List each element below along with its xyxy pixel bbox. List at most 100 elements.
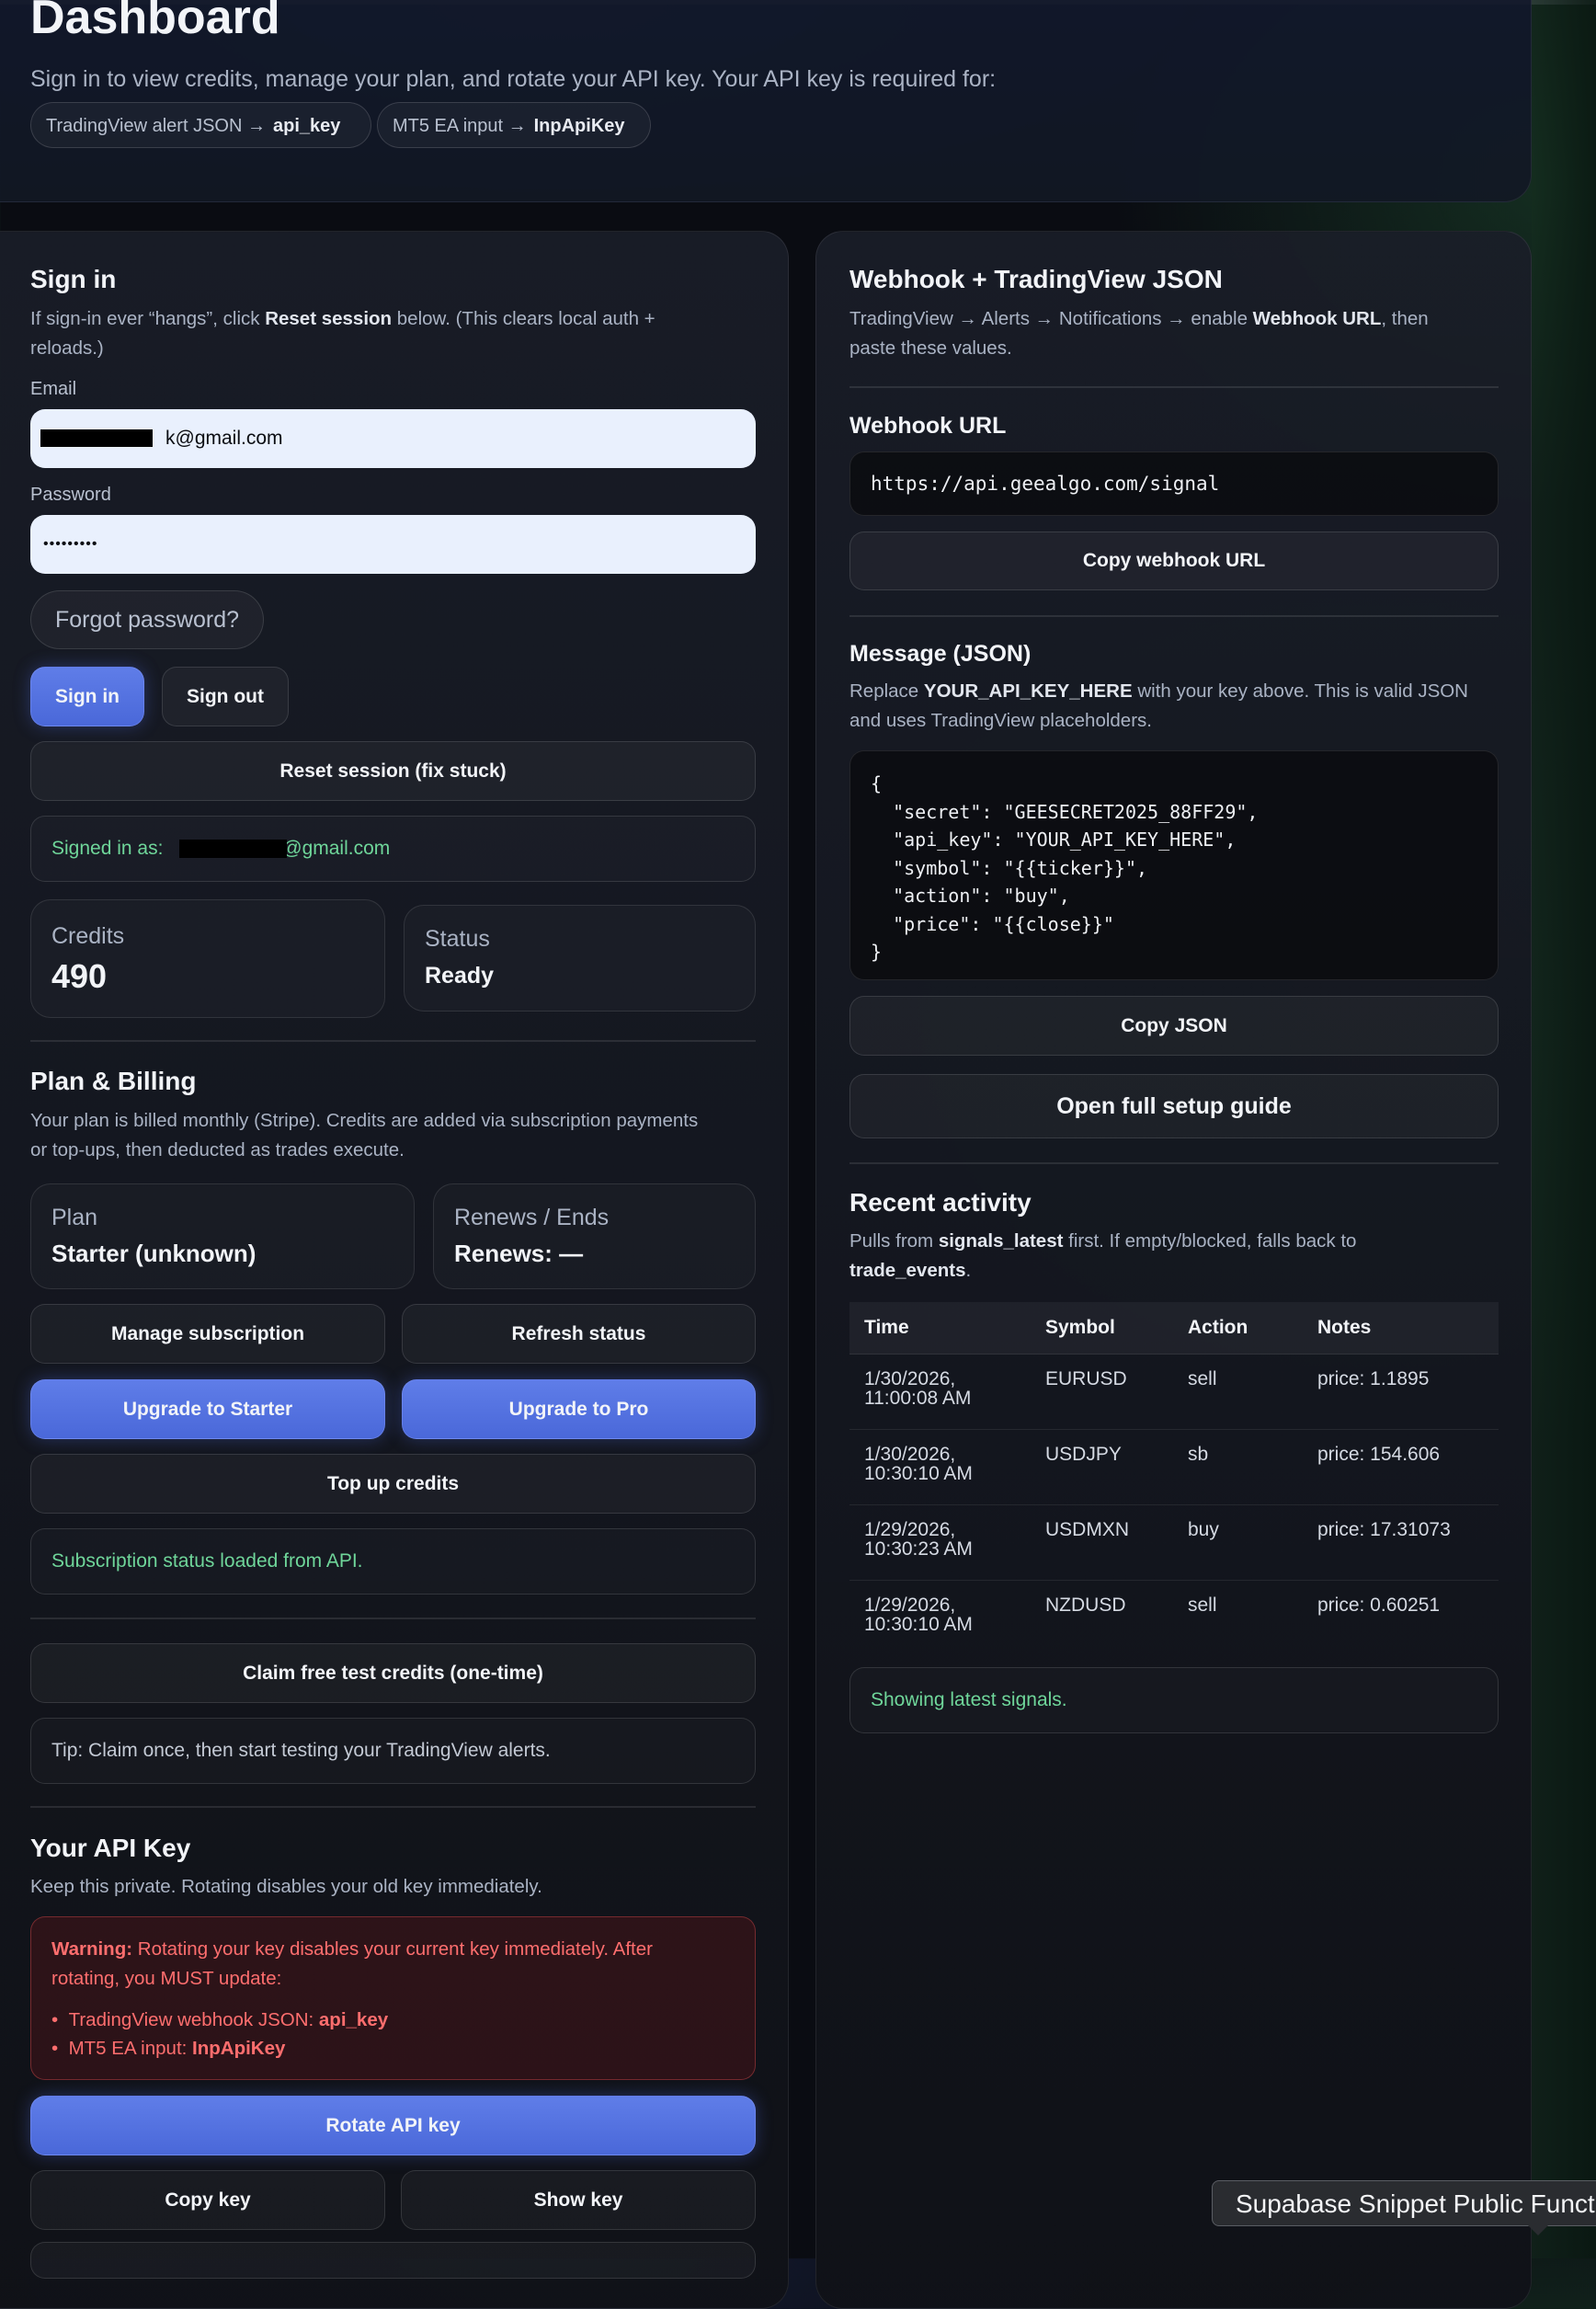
pill-prefix: MT5 EA input → bbox=[393, 116, 527, 136]
time-date: 1/30/2026, bbox=[864, 1444, 956, 1465]
credits-value: 490 bbox=[51, 957, 108, 995]
rotate-api-key-button[interactable]: Rotate API key bbox=[30, 2096, 756, 2155]
signin-button[interactable]: Sign in bbox=[30, 667, 144, 726]
warning-line: Rotating your key disables your current … bbox=[132, 1938, 653, 1960]
credits-label: Credits bbox=[51, 923, 125, 949]
json-code: { "secret": "GEESECRET2025_88FF29", "api… bbox=[871, 770, 1258, 966]
webhook-url-field[interactable]: https://api.geealgo.com/signal bbox=[849, 452, 1499, 516]
cell-symbol: EURUSD bbox=[1031, 1354, 1173, 1430]
right-background-strip bbox=[1532, 0, 1596, 2258]
warning-bullet: • TradingView webhook JSON: api_key bbox=[51, 2009, 389, 2030]
password-field[interactable]: ••••••••• bbox=[30, 515, 756, 574]
json-line: "action": "buy", bbox=[871, 885, 1070, 907]
upgrade-pro-button[interactable]: Upgrade to Pro bbox=[402, 1379, 756, 1439]
hint-bold: Reset session bbox=[265, 308, 393, 329]
api-key-description: Keep this private. Rotating disables you… bbox=[30, 1876, 542, 1897]
json-line: "symbol": "{{ticker}}", bbox=[871, 856, 1148, 879]
pill-key: InpApiKey bbox=[533, 116, 625, 136]
claim-free-credits-button[interactable]: Claim free test credits (one-time) bbox=[30, 1643, 756, 1703]
renews-value: Renews: — bbox=[454, 1240, 584, 1267]
plan-label: Plan bbox=[51, 1205, 98, 1230]
page-subtitle: Sign in to view credits, manage your pla… bbox=[30, 66, 997, 92]
message-json-description: Replace YOUR_API_KEY_HERE with your key … bbox=[849, 677, 1511, 736]
refresh-status-button[interactable]: Refresh status bbox=[402, 1304, 756, 1364]
cell-notes: price: 154.606 bbox=[1303, 1429, 1499, 1505]
show-key-button[interactable]: Show key bbox=[401, 2170, 756, 2230]
signed-in-prefix: Signed in as: bbox=[51, 838, 169, 859]
message-desc-text: Replace bbox=[849, 680, 924, 702]
next-button-partial[interactable] bbox=[30, 2242, 756, 2279]
column-header-action: Action bbox=[1173, 1302, 1303, 1355]
webhook-description: TradingView → Alerts → Notifications → e… bbox=[849, 304, 1511, 363]
tooltip-pointer bbox=[1528, 2225, 1548, 2235]
divider bbox=[849, 386, 1499, 388]
browser-tooltip: Supabase Snippet Public Functions bbox=[1212, 2180, 1596, 2226]
bullet-text: MT5 EA input: bbox=[68, 2038, 193, 2059]
signin-hint: If sign-in ever “hangs”, click Reset ses… bbox=[30, 304, 766, 363]
redaction-bar bbox=[40, 429, 153, 447]
reset-session-button[interactable]: Reset session (fix stuck) bbox=[30, 741, 756, 801]
email-value: k@gmail.com bbox=[165, 428, 283, 449]
forgot-password-button[interactable]: Forgot password? bbox=[30, 590, 264, 649]
copy-json-button[interactable]: Copy JSON bbox=[849, 996, 1499, 1056]
redaction-bar bbox=[179, 840, 287, 858]
api-key-heading: Your API Key bbox=[30, 1834, 191, 1862]
cell-notes: price: 17.31073 bbox=[1303, 1504, 1499, 1581]
page-title: Dashboard bbox=[30, 0, 280, 44]
pill-prefix: TradingView alert JSON → bbox=[46, 116, 266, 136]
warning-text: Warning: Rotating your key disables your… bbox=[51, 1935, 750, 1994]
divider bbox=[849, 615, 1499, 617]
webhook-heading: Webhook + TradingView JSON bbox=[849, 265, 1223, 293]
time-clock: 10:30:10 AM bbox=[864, 1614, 973, 1635]
cell-action: sell bbox=[1173, 1354, 1303, 1430]
upgrade-starter-button[interactable]: Upgrade to Starter bbox=[30, 1379, 385, 1439]
signout-button[interactable]: Sign out bbox=[162, 667, 289, 726]
activity-desc-bold: trade_events bbox=[849, 1260, 966, 1281]
bullet-key: InpApiKey bbox=[192, 2038, 286, 2059]
recent-activity-description: Pulls from signals_latest first. If empt… bbox=[849, 1227, 1511, 1286]
copy-webhook-url-button[interactable]: Copy webhook URL bbox=[849, 532, 1499, 590]
divider bbox=[30, 1617, 756, 1619]
divider bbox=[30, 1806, 756, 1808]
message-desc-bold: YOUR_API_KEY_HERE bbox=[923, 680, 1133, 702]
divider bbox=[849, 1162, 1499, 1164]
hint-text: below. (This clears local auth + bbox=[392, 308, 656, 329]
activity-desc-text: first. If empty/blocked, falls back to bbox=[1063, 1230, 1357, 1252]
plan-value: Starter (unknown) bbox=[51, 1240, 256, 1267]
activity-table: Time Symbol Action Notes 1/30/2026, 11:00… bbox=[849, 1302, 1499, 1655]
billing-desc-text: or top-ups, then deducted as trades exec… bbox=[30, 1139, 405, 1160]
json-line: "api_key": "YOUR_API_KEY_HERE", bbox=[871, 829, 1237, 851]
signed-in-status: Signed in as: @gmail.com bbox=[30, 816, 756, 882]
pill-key: api_key bbox=[272, 116, 341, 136]
column-header-symbol: Symbol bbox=[1031, 1302, 1173, 1355]
time-clock: 10:30:23 AM bbox=[864, 1538, 973, 1560]
top-up-credits-button[interactable]: Top up credits bbox=[30, 1454, 756, 1514]
pill-tradingview-key: TradingView alert JSON → api_key bbox=[30, 102, 371, 148]
subscription-status-message: Subscription status loaded from API. bbox=[30, 1528, 756, 1595]
bullet-key: api_key bbox=[318, 2009, 389, 2030]
credits-stat: Credits 490 bbox=[30, 899, 385, 1018]
json-line: "price": "{{close}}" bbox=[871, 912, 1114, 935]
warning-bullet: • MT5 EA input: InpApiKey bbox=[51, 2038, 286, 2059]
message-desc-text: and uses TradingView placeholders. bbox=[849, 710, 1152, 731]
table-row: 1/29/2026, 10:30:23 AM USDMXN buy price: … bbox=[849, 1504, 1499, 1581]
manage-subscription-button[interactable]: Manage subscription bbox=[30, 1304, 385, 1364]
webhook-url-heading: Webhook URL bbox=[849, 413, 1007, 439]
webhook-desc-text: paste these values. bbox=[849, 337, 1012, 359]
time-date: 1/29/2026, bbox=[864, 1519, 956, 1540]
message-json-heading: Message (JSON) bbox=[849, 641, 1032, 667]
pill-mt5-key: MT5 EA input → InpApiKey bbox=[377, 102, 651, 148]
activity-desc-text: . bbox=[965, 1260, 972, 1281]
signed-in-email: @gmail.com bbox=[282, 838, 391, 859]
json-code-block[interactable]: { "secret": "GEESECRET2025_88FF29", "api… bbox=[849, 750, 1499, 980]
recent-activity-heading: Recent activity bbox=[849, 1188, 1032, 1217]
open-setup-guide-button[interactable]: Open full setup guide bbox=[849, 1074, 1499, 1138]
email-label: Email bbox=[30, 379, 77, 399]
table-row: 1/30/2026, 10:30:10 AM USDJPY sb price: 1… bbox=[849, 1429, 1499, 1505]
table-row: 1/29/2026, 10:30:10 AM NZDUSD sell price:… bbox=[849, 1580, 1499, 1655]
cell-symbol: USDJPY bbox=[1031, 1429, 1173, 1505]
renews-label: Renews / Ends bbox=[454, 1205, 610, 1230]
copy-key-button[interactable]: Copy key bbox=[30, 2170, 385, 2230]
warning-bold: Warning: bbox=[51, 1938, 133, 1960]
webhook-desc-text: , then bbox=[1381, 308, 1429, 329]
